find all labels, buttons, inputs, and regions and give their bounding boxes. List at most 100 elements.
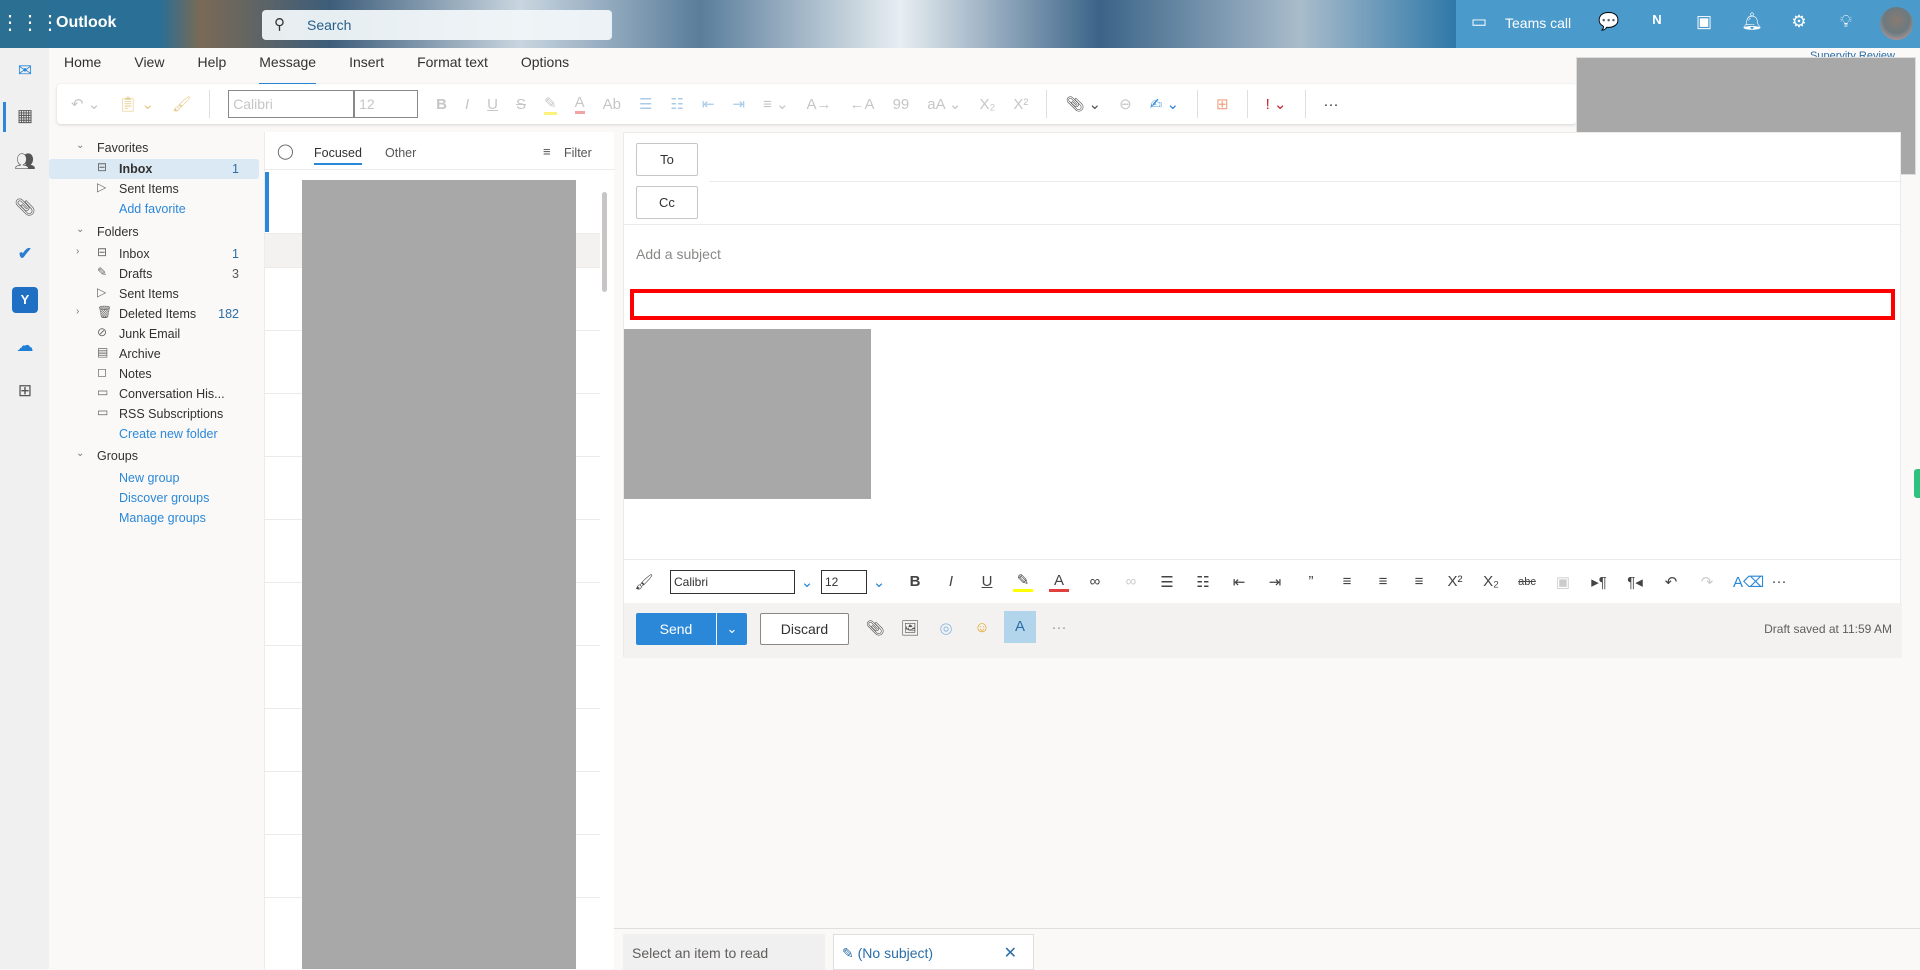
paste-icon[interactable]: 📋︎ ⌄	[118, 95, 154, 113]
superscript-icon[interactable]: X²	[1013, 96, 1028, 113]
font-color-icon[interactable]: A	[574, 94, 585, 114]
image-icon[interactable]: ▣	[1553, 573, 1573, 591]
more-format-button[interactable]: ···	[1769, 573, 1789, 590]
bold-icon[interactable]: B	[905, 573, 925, 590]
numbering-icon[interactable]: ☷	[1193, 573, 1213, 591]
folder-archive[interactable]: ▤ Archive	[49, 344, 259, 364]
attach-icon[interactable]: 📎︎ ⌄	[1065, 95, 1101, 113]
increase-indent-icon[interactable]: ⇥	[732, 95, 745, 113]
waffle-icon[interactable]: ⋮⋮⋮	[0, 0, 60, 48]
discover-groups-link[interactable]: Discover groups	[49, 488, 259, 508]
underline-icon[interactable]: U	[977, 573, 997, 590]
loop-icon[interactable]: ◎	[935, 619, 957, 637]
bold-icon[interactable]: B	[436, 96, 447, 113]
more-actions-button[interactable]: ···	[1048, 619, 1070, 636]
align-center-icon[interactable]: ≡	[1373, 573, 1393, 590]
font-size-select[interactable]: 12	[821, 569, 867, 594]
favorites-header[interactable]: ⌄ Favorites	[49, 138, 259, 158]
draft-tab[interactable]: ✎ (No subject) ✕	[833, 934, 1034, 970]
emoji-icon[interactable]: ☺	[971, 619, 993, 636]
tab-focused[interactable]: Focused	[314, 146, 362, 165]
chevron-right-icon[interactable]: ›	[76, 306, 79, 317]
app-name[interactable]: Outlook	[56, 14, 116, 32]
link-icon[interactable]: ⊖	[1119, 95, 1132, 113]
mail-icon[interactable]: ✉	[12, 58, 38, 84]
tab-home[interactable]: Home	[64, 54, 101, 80]
onedrive-icon[interactable]: ☁	[12, 333, 38, 359]
folder-conversation-history[interactable]: ▭ Conversation His...	[49, 384, 259, 404]
folder-rss-subscriptions[interactable]: ▭ RSS Subscriptions	[49, 404, 259, 424]
format-painter-icon[interactable]: 🖌︎	[172, 95, 191, 113]
change-case-icon[interactable]: aA ⌄	[927, 95, 961, 113]
cc-button[interactable]: Cc	[636, 186, 698, 219]
ltr-icon[interactable]: A→	[807, 96, 832, 113]
manage-groups-link[interactable]: Manage groups	[49, 508, 259, 528]
filter-button[interactable]: Filter	[564, 146, 592, 160]
font-select[interactable]: Calibri	[670, 569, 795, 594]
font-color-icon[interactable]: A	[1049, 572, 1069, 592]
insert-picture-icon[interactable]: 🖼︎	[899, 619, 921, 637]
onenote-icon[interactable]: N	[1645, 12, 1669, 27]
folder-junk-email[interactable]: ⊘ Junk Email	[49, 324, 259, 344]
underline-icon[interactable]: U	[487, 96, 498, 113]
decrease-indent-icon[interactable]: ⇤	[1229, 573, 1249, 591]
folder-notes[interactable]: ◻ Notes	[49, 364, 259, 384]
tab-message[interactable]: Message	[259, 54, 316, 86]
to-button[interactable]: To	[636, 143, 698, 176]
add-favorite-link[interactable]: Add favorite	[49, 199, 259, 219]
italic-icon[interactable]: I	[465, 96, 469, 113]
create-new-folder-link[interactable]: Create new folder	[49, 424, 259, 444]
favorite-sent-items[interactable]: ▷ Sent Items	[49, 179, 259, 199]
undo-icon[interactable]: ↶	[1661, 573, 1681, 591]
send-button[interactable]: Send	[636, 613, 716, 645]
gear-icon[interactable]: ⚙	[1787, 12, 1811, 32]
bullets-icon[interactable]: ☰	[639, 95, 652, 113]
apps-icon[interactable]: ⊞	[12, 378, 38, 404]
bullets-icon[interactable]: ☰	[1157, 573, 1177, 591]
align-right-icon[interactable]: ≡	[1409, 573, 1429, 590]
video-icon[interactable]: ▭	[1467, 12, 1491, 32]
format-painter-icon[interactable]: 🖌︎	[634, 573, 654, 591]
italic-icon[interactable]: I	[941, 573, 961, 590]
tab-insert[interactable]: Insert	[349, 54, 384, 80]
font-size-select[interactable]: 12	[354, 90, 419, 118]
table-icon[interactable]: ⊞	[1216, 95, 1229, 113]
chevron-down-icon[interactable]: ⌄	[797, 573, 817, 591]
new-group-link[interactable]: New group	[49, 468, 259, 488]
quote-icon[interactable]: ”	[1301, 573, 1321, 590]
attachment-icon[interactable]: 📎︎	[12, 195, 38, 221]
signature-icon[interactable]: ✍︎ ⌄	[1150, 95, 1179, 113]
align-icon[interactable]: ≡ ⌄	[763, 95, 789, 113]
folder-inbox[interactable]: › ⊟ Inbox 1	[49, 244, 259, 264]
quote-icon[interactable]: 99	[893, 96, 910, 113]
strikethrough-icon[interactable]: S	[516, 96, 526, 113]
discard-button[interactable]: Discard	[760, 613, 849, 645]
numbering-icon[interactable]: ☷	[670, 95, 683, 113]
folder-deleted-items[interactable]: › 🗑︎ Deleted Items 182	[49, 304, 259, 324]
ltr-icon[interactable]: ▸¶	[1589, 573, 1609, 591]
send-options-chevron-icon[interactable]: ⌄	[717, 613, 747, 645]
attach-icon[interactable]: 📎︎	[864, 619, 886, 637]
folders-header[interactable]: ⌄ Folders	[49, 222, 259, 242]
align-left-icon[interactable]: ≡	[1337, 573, 1357, 590]
calendar-edit-icon[interactable]: ▣	[1692, 12, 1716, 32]
importance-icon[interactable]: ! ⌄	[1266, 95, 1287, 113]
tab-view[interactable]: View	[134, 54, 164, 80]
undo-icon[interactable]: ↶ ⌄	[71, 95, 100, 113]
scrollbar[interactable]	[602, 192, 607, 292]
decrease-indent-icon[interactable]: ⇤	[702, 95, 715, 113]
yammer-icon[interactable]: Y	[12, 287, 38, 313]
subject-input[interactable]: Add a subject	[636, 246, 721, 262]
select-all-icon[interactable]: ◯	[277, 142, 294, 160]
people-icon[interactable]: 👥︎	[12, 149, 38, 175]
strikethrough-icon[interactable]: abc	[1517, 576, 1537, 588]
calendar-icon[interactable]: ▦	[12, 103, 38, 129]
chevron-down-icon[interactable]: ⌄	[869, 573, 889, 591]
link-icon[interactable]: ∞	[1085, 573, 1105, 590]
rtl-icon[interactable]: ¶◂	[1625, 573, 1645, 591]
close-icon[interactable]: ✕	[1004, 943, 1017, 963]
highlight-icon[interactable]: ✎	[1013, 571, 1033, 592]
clear-format-icon[interactable]: Ab	[603, 96, 621, 113]
reading-pane-tab[interactable]: Select an item to read	[623, 934, 825, 970]
chat-icon[interactable]: 💬	[1597, 12, 1621, 32]
